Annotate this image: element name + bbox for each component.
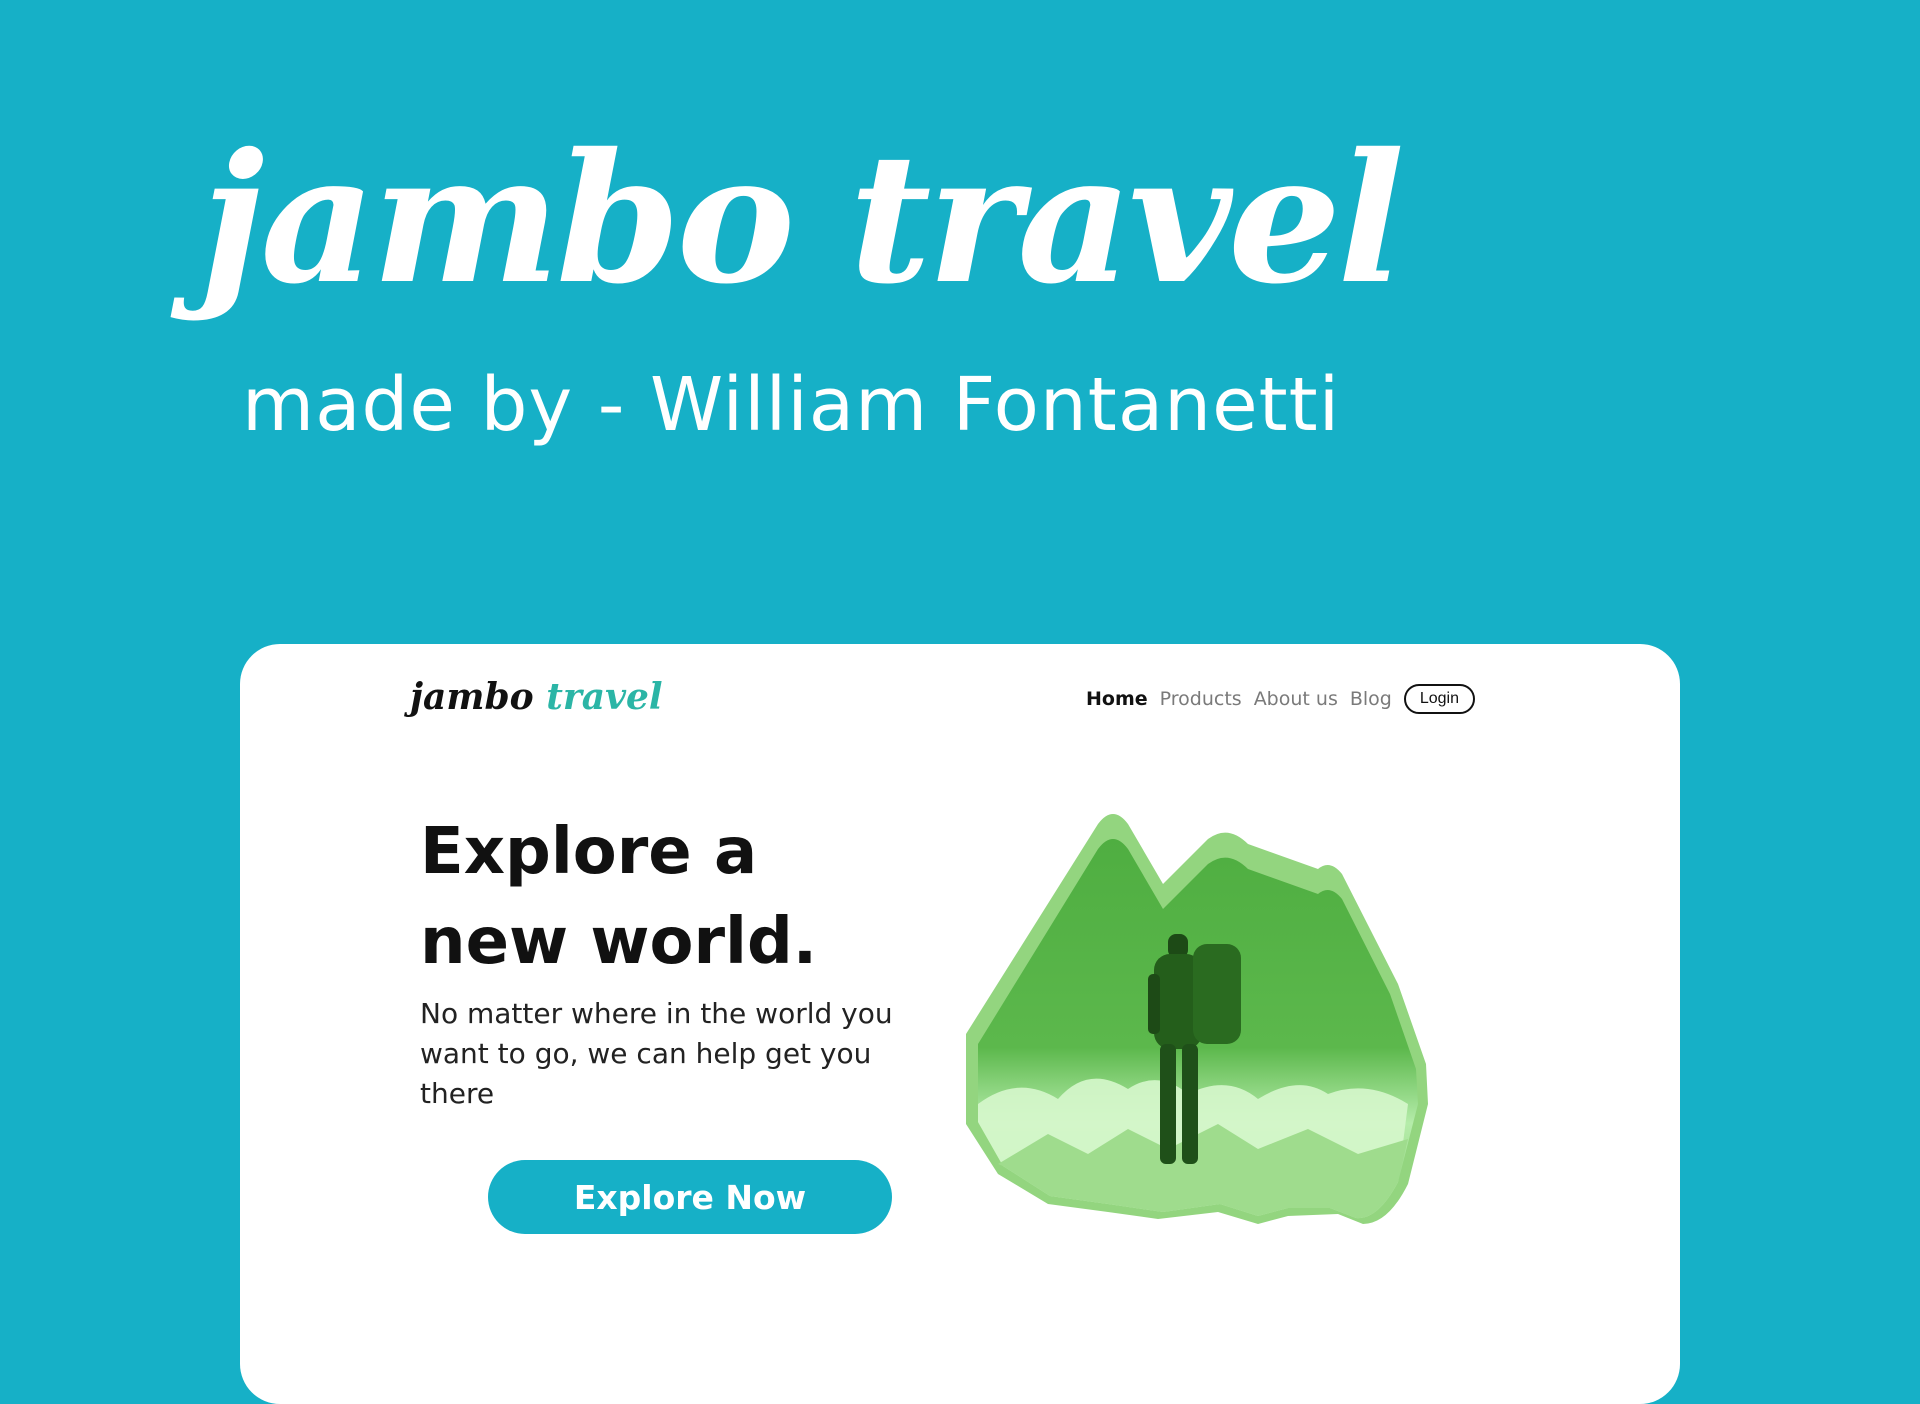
hero-headline-line-2: new world. <box>420 905 818 979</box>
explore-now-button[interactable]: Explore Now <box>488 1160 892 1234</box>
site-logo[interactable]: jambo travel <box>410 679 663 715</box>
hero-headline: Explore a new world. <box>420 807 840 987</box>
logo-word-jambo: jambo <box>410 676 534 718</box>
hero-headline-line-1: Explore a <box>420 815 758 889</box>
hero-description: No matter where in the world you want to… <box>420 997 893 1110</box>
logo-word-travel: travel <box>546 676 663 718</box>
hero-title: jambo travel <box>200 114 1405 323</box>
hiker-mountains-illustration <box>966 814 1428 1224</box>
login-button[interactable]: Login <box>1403 684 1475 714</box>
hero-subtitle: made by - William Fontanetti <box>242 362 1341 448</box>
nav-products-link[interactable]: Products <box>1160 688 1242 710</box>
top-navigation: Home Products About us Blog Login <box>1086 684 1475 714</box>
nav-home-link[interactable]: Home <box>1086 688 1148 710</box>
website-preview-card: jambo travel Home Products About us Blog… <box>240 644 1680 1404</box>
nav-blog-link[interactable]: Blog <box>1350 688 1392 710</box>
nav-about-us-link[interactable]: About us <box>1254 688 1338 710</box>
